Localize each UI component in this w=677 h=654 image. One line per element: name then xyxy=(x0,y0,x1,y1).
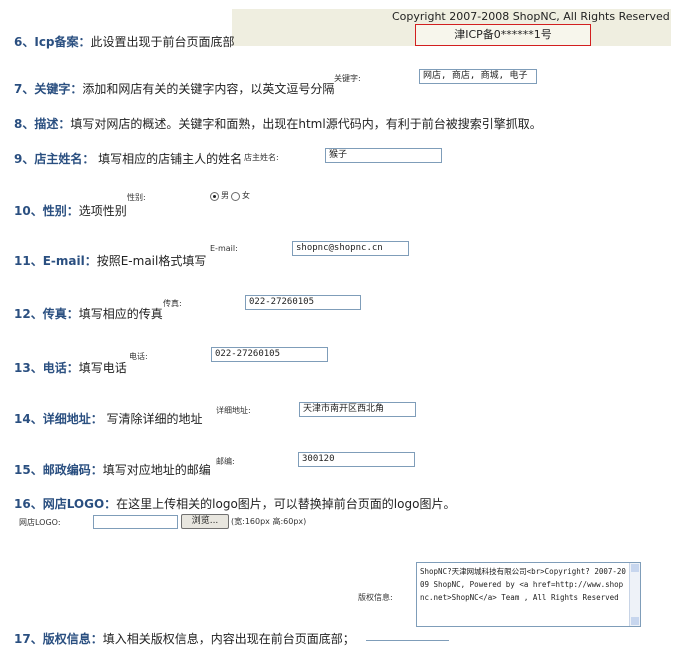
keywords-field-label: 关键字: xyxy=(334,74,361,83)
logo-file-input[interactable] xyxy=(93,515,178,529)
item-desc: 按照E-mail格式填写 xyxy=(96,254,207,268)
item-copyright: 17、版权信息：填入相关版权信息，内容出现在前台页面底部； xyxy=(14,631,355,647)
item-label: 10、性别： xyxy=(14,204,79,218)
icp-preview-box: 津ICP备0******1号 xyxy=(415,24,591,46)
item-desc: 添加和网店有关的关键字内容，以英文逗号分隔 xyxy=(82,82,335,96)
phone-field-label: 电话: xyxy=(129,352,148,361)
textarea-scrollbar[interactable] xyxy=(629,563,640,626)
item-fax: 12、传真：填写相应的传真 xyxy=(14,306,163,322)
item-email: 11、E-mail：按照E-mail格式填写 xyxy=(14,253,206,269)
item-desc: 填写对网店的概述。关键字和面熟，出现在html源代码内，有利于前台被搜索引擎抓取… xyxy=(70,117,542,131)
owner-field-label: 店主姓名: xyxy=(244,153,279,162)
zip-field-label: 邮编: xyxy=(216,457,235,466)
item-zip: 15、邮政编码：填写对应地址的邮编 xyxy=(14,462,211,478)
copyright-textarea[interactable]: ShopNC?天津网城科技有限公司<br>Copyright? 2007-200… xyxy=(416,562,641,627)
fax-field-label: 传真: xyxy=(163,299,182,308)
item-desc: 填入相关版权信息，内容出现在前台页面底部； xyxy=(102,632,355,646)
item-label: 6、Icp备案： xyxy=(14,35,91,49)
item-desc: 填写相应的传真 xyxy=(78,307,163,321)
item-desc: 填写电话 xyxy=(78,361,127,375)
item-label: 11、E-mail： xyxy=(14,254,97,268)
copyright-preview-text: Copyright 2007-2008 ShopNC, All Rights R… xyxy=(392,10,670,23)
item-label: 12、传真： xyxy=(14,307,79,321)
email-field-label: E-mail: xyxy=(210,244,238,253)
logo-size-hint: (宽:160px 高:60px) xyxy=(231,517,307,526)
phone-input[interactable]: 022-27260105 xyxy=(211,347,328,362)
keywords-input[interactable]: 网店, 商店, 商城, 电子 xyxy=(419,69,537,84)
item-label: 13、电话： xyxy=(14,361,79,375)
zip-input[interactable]: 300120 xyxy=(298,452,415,467)
item-label: 7、关键字： xyxy=(14,82,83,96)
copyright-field-label: 版权信息: xyxy=(358,593,393,602)
gender-field-label: 性别: xyxy=(127,193,146,202)
item-keywords: 7、关键字：添加和网店有关的关键字内容，以英文逗号分隔 xyxy=(14,81,334,97)
item-desc: 选项性别 xyxy=(78,204,127,218)
item-desc: 写清除详细的地址 xyxy=(102,412,203,426)
item-desc: 在这里上传相关的logo图片，可以替换掉前台页面的logo图片。 xyxy=(116,497,456,511)
address-field-label: 详细地址: xyxy=(216,406,251,415)
address-input[interactable]: 天津市南开区西北角 xyxy=(299,402,416,417)
owner-input[interactable]: 猴子 xyxy=(325,148,442,163)
item-label: 16、网店LOGO： xyxy=(14,497,117,511)
logo-field-label: 网店LOGO: xyxy=(19,518,61,527)
divider-line xyxy=(366,640,449,641)
scroll-up-icon[interactable] xyxy=(631,564,639,572)
item-label: 9、店主姓名： xyxy=(14,152,95,166)
browse-button[interactable]: 浏览... xyxy=(181,514,229,529)
copyright-preview: Copyright 2007-2008 ShopNC, All Rights R… xyxy=(232,9,671,46)
email-input[interactable]: shopnc@shopnc.cn xyxy=(292,241,409,256)
item-logo: 16、网店LOGO：在这里上传相关的logo图片，可以替换掉前台页面的logo图… xyxy=(14,496,455,512)
gender-male-radio[interactable] xyxy=(210,191,219,201)
scroll-down-icon[interactable] xyxy=(631,617,639,625)
copyright-textarea-content: ShopNC?天津网城科技有限公司<br>Copyright? 2007-200… xyxy=(420,567,626,602)
item-address: 14、详细地址： 写清除详细的地址 xyxy=(14,411,203,427)
item-icp: 6、Icp备案：此设置出现于前台页面底部 xyxy=(14,34,235,50)
item-label: 17、版权信息： xyxy=(14,632,103,646)
gender-radio-group: 男 女 xyxy=(210,191,250,201)
item-description: 8、描述：填写对网店的概述。关键字和面熟，出现在html源代码内，有利于前台被搜… xyxy=(14,116,542,132)
item-desc: 填写对应地址的邮编 xyxy=(102,463,211,477)
fax-input[interactable]: 022-27260105 xyxy=(245,295,361,310)
item-phone: 13、电话：填写电话 xyxy=(14,360,127,376)
item-gender: 10、性别：选项性别 xyxy=(14,203,127,219)
item-label: 8、描述： xyxy=(14,117,71,131)
gender-female-radio[interactable] xyxy=(231,191,240,201)
item-owner: 9、店主姓名： 填写相应的店铺主人的姓名 xyxy=(14,151,242,167)
item-label: 15、邮政编码： xyxy=(14,463,103,477)
item-label: 14、详细地址： xyxy=(14,412,103,426)
item-desc: 此设置出现于前台页面底部 xyxy=(90,35,235,49)
item-desc: 填写相应的店铺主人的姓名 xyxy=(94,152,243,166)
gender-female-label: 女 xyxy=(242,191,250,200)
gender-male-label: 男 xyxy=(221,191,229,200)
